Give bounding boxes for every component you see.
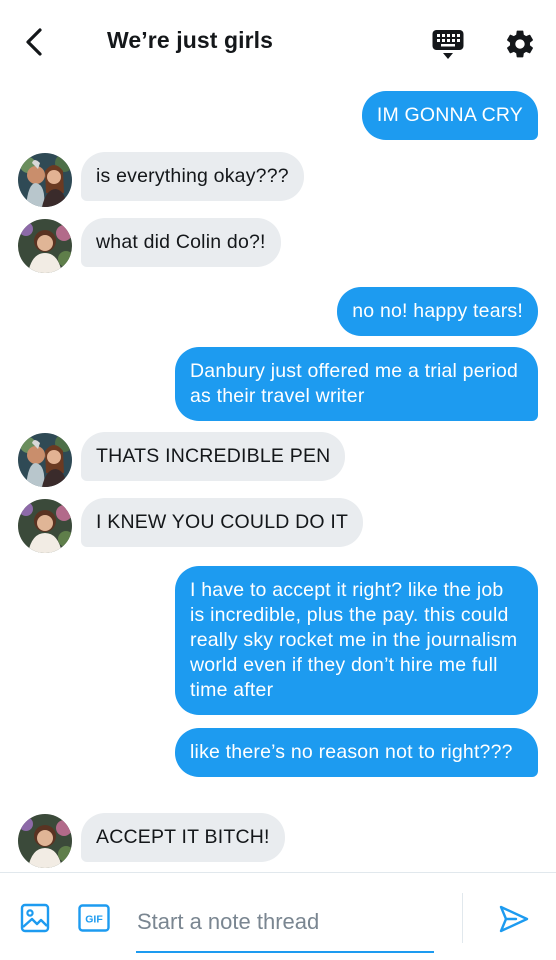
avatar-friend-2: [18, 219, 72, 273]
message-incoming[interactable]: ACCEPT IT BITCH!: [81, 813, 285, 862]
conversation-title: We’re just girls: [107, 27, 274, 53]
message-bubble: what did Colin do?!: [81, 218, 281, 267]
send-icon: [499, 905, 529, 933]
message-bubble: ACCEPT IT BITCH!: [81, 813, 285, 862]
avatar-friend-2: [18, 814, 72, 868]
back-button[interactable]: [14, 22, 54, 62]
message-outgoing[interactable]: no no! happy tears!: [337, 287, 538, 336]
message-outgoing[interactable]: I have to accept it right? like the job …: [175, 566, 538, 715]
gif-label: GIF: [85, 914, 103, 926]
message-outgoing[interactable]: like there’s no reason not to right???: [175, 728, 538, 777]
gear-icon: [507, 30, 533, 58]
message-incoming[interactable]: is everything okay???: [81, 152, 304, 201]
message-outgoing[interactable]: Danbury just offered me a trial period a…: [175, 347, 538, 421]
keyboard-button[interactable]: [428, 24, 468, 64]
note-thread-input[interactable]: [136, 899, 434, 953]
gif-icon: GIF: [78, 904, 110, 932]
avatar[interactable]: [18, 433, 72, 487]
avatar-friend-2: [18, 499, 72, 553]
message-bubble: like there’s no reason not to right???: [175, 728, 538, 777]
message-bubble: IM GONNA CRY: [361, 91, 538, 140]
add-gif-button[interactable]: GIF: [78, 903, 110, 933]
message-bubble: Danbury just offered me a trial period a…: [175, 347, 538, 421]
message-incoming[interactable]: what did Colin do?!: [81, 218, 281, 267]
avatar-friend-1: [18, 153, 72, 207]
message-incoming[interactable]: THATS INCREDIBLE PEN: [81, 432, 346, 481]
message-composer: GIF: [0, 872, 556, 960]
conversation-header: We’re just girls: [0, 0, 556, 84]
message-bubble: I KNEW YOU COULD DO IT: [81, 498, 364, 547]
avatar[interactable]: [18, 219, 72, 273]
avatar-friend-1: [18, 433, 72, 487]
avatar[interactable]: [18, 814, 72, 868]
avatar[interactable]: [18, 499, 72, 553]
message-outgoing[interactable]: IM GONNA CRY: [361, 91, 538, 140]
message-bubble: I have to accept it right? like the job …: [175, 566, 538, 715]
chevron-left-icon: [26, 28, 42, 56]
message-bubble: no no! happy tears!: [337, 287, 538, 336]
keyboard-icon: [432, 30, 464, 59]
message-bubble: THATS INCREDIBLE PEN: [81, 432, 346, 481]
send-button[interactable]: [494, 899, 534, 939]
composer-divider: [462, 893, 463, 943]
image-icon: [20, 903, 50, 933]
message-incoming[interactable]: I KNEW YOU COULD DO IT: [81, 498, 364, 547]
settings-button[interactable]: [498, 22, 542, 66]
message-bubble: is everything okay???: [81, 152, 304, 201]
add-image-button[interactable]: [18, 901, 52, 935]
avatar[interactable]: [18, 153, 72, 207]
